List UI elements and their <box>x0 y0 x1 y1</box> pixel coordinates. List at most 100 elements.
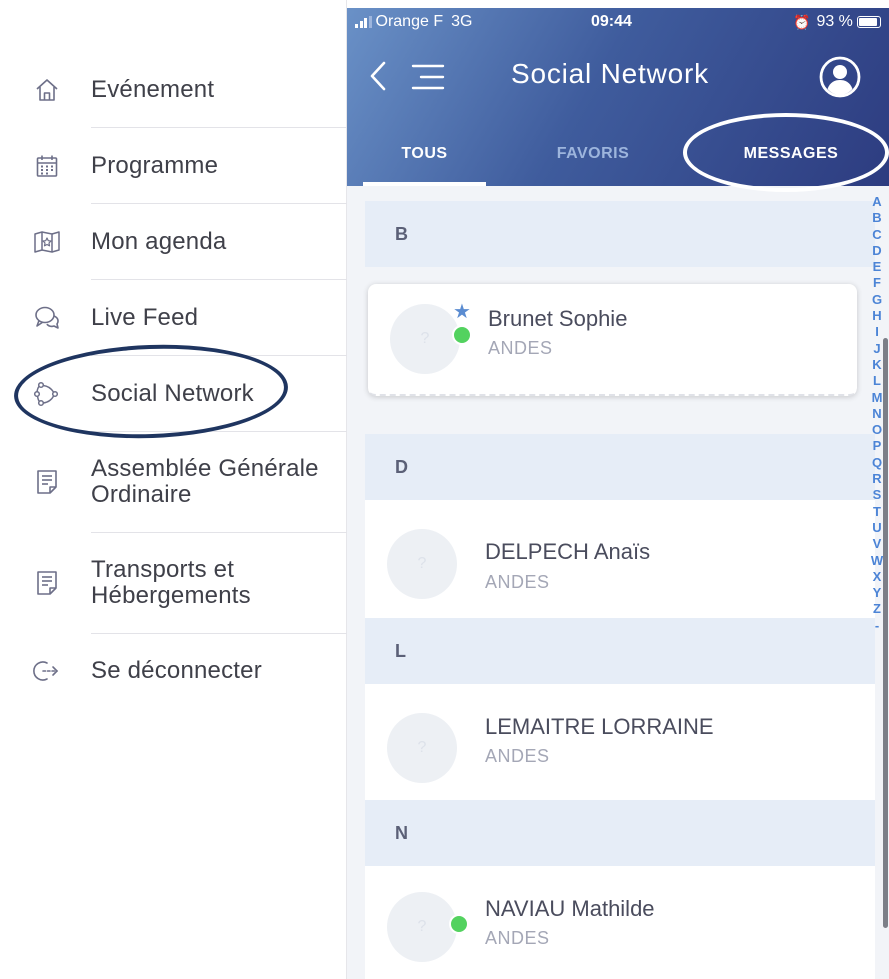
contact-row[interactable]: ? DELPECH Anaïs ANDES <box>365 500 875 618</box>
alphabet-index-letter[interactable]: L <box>873 373 881 389</box>
alphabet-index[interactable]: ABCDEFGHIJKLMNOPQRSTUVWXYZ- <box>866 194 888 634</box>
alarm-icon: ⏰ <box>793 13 811 30</box>
avatar: ? <box>387 713 457 783</box>
contact-name: Brunet Sophie <box>488 306 628 331</box>
alphabet-index-letter[interactable]: N <box>872 406 881 422</box>
contact-name: DELPECH Anaïs <box>485 539 651 564</box>
avatar: ? <box>387 892 457 962</box>
contact-company: ANDES <box>485 928 550 948</box>
menu-divider <box>91 532 347 533</box>
section-header: N <box>365 800 875 866</box>
menu-label: Assemblée Générale Ordinaire <box>91 455 319 508</box>
alphabet-index-letter[interactable]: E <box>873 259 882 275</box>
section-header: L <box>365 618 875 684</box>
status-bar-right: ⏰ 93 % <box>793 8 881 36</box>
alphabet-index-letter[interactable]: T <box>873 504 881 520</box>
contact-row[interactable]: ? NAVIAU Mathilde ANDES <box>365 866 875 979</box>
chat-bubbles-icon <box>32 303 62 333</box>
alphabet-index-letter[interactable]: U <box>872 520 881 536</box>
side-menu: Evénement Programme Mon agenda Live Feed… <box>0 0 347 979</box>
menu-item-assemblee-generale[interactable]: Assemblée Générale Ordinaire <box>0 456 347 508</box>
menu-label: Mon agenda <box>91 228 227 255</box>
menu-lines-icon <box>411 64 445 90</box>
network-icon <box>32 379 62 409</box>
alphabet-index-letter[interactable]: S <box>873 487 882 503</box>
battery-icon <box>856 16 881 28</box>
menu-item-mon-agenda[interactable]: Mon agenda <box>0 224 347 260</box>
menu-item-live-feed[interactable]: Live Feed <box>0 300 347 336</box>
contact-company: ANDES <box>485 572 550 592</box>
logout-icon <box>32 656 62 686</box>
menu-label: Transports et Hébergements <box>91 556 251 609</box>
menu-divider <box>91 355 347 356</box>
alphabet-index-letter[interactable]: A <box>872 194 881 210</box>
contact-row[interactable]: ? ★ Brunet Sophie ANDES <box>368 284 857 396</box>
contact-company: ANDES <box>485 746 550 766</box>
signal-icon <box>355 16 372 28</box>
alphabet-index-letter[interactable]: H <box>872 308 881 324</box>
menu-item-programme[interactable]: Programme <box>0 148 347 184</box>
menu-divider <box>91 431 347 432</box>
menu-item-se-deconnecter[interactable]: Se déconnecter <box>0 653 347 689</box>
favorite-star-icon: ★ <box>453 301 471 323</box>
menu-button[interactable] <box>411 62 447 92</box>
back-button[interactable] <box>369 60 391 96</box>
contact-row[interactable]: ? LEMAITRE LORRAINE ANDES <box>365 684 875 800</box>
contact-list: B ? ★ Brunet Sophie ANDES D ? DELPECH An… <box>347 186 889 979</box>
alphabet-index-letter[interactable]: M <box>872 390 883 406</box>
battery-percent: 93 % <box>816 13 853 30</box>
menu-label: Evénement <box>91 76 215 103</box>
menu-divider <box>91 203 347 204</box>
contact-name: NAVIAU Mathilde <box>485 896 655 921</box>
alphabet-index-letter[interactable]: R <box>872 471 881 487</box>
document-icon <box>32 467 62 497</box>
menu-item-transports-hebergements[interactable]: Transports et Hébergements <box>0 557 347 609</box>
menu-divider <box>91 279 347 280</box>
alphabet-index-letter[interactable]: O <box>872 422 882 438</box>
avatar: ? <box>390 304 460 374</box>
status-time: 09:44 <box>591 13 632 30</box>
avatar: ? <box>387 529 457 599</box>
agenda-icon <box>32 227 62 257</box>
profile-button[interactable] <box>819 56 861 98</box>
status-bar-left: Orange F 3G <box>355 8 472 36</box>
document-icon <box>32 568 62 598</box>
chevron-left-icon <box>370 61 386 91</box>
alphabet-index-letter[interactable]: - <box>875 618 879 634</box>
contact-company: ANDES <box>488 338 553 358</box>
phone-screen: Orange F 3G 09:44 ⏰ 93 % Social Network <box>347 8 889 979</box>
page-title: Social Network <box>511 58 709 89</box>
alphabet-index-letter[interactable]: Q <box>872 455 882 471</box>
alphabet-index-letter[interactable]: I <box>875 324 879 340</box>
alphabet-index-letter[interactable]: D <box>872 243 881 259</box>
alphabet-index-letter[interactable]: Y <box>873 585 882 601</box>
tab-messages[interactable]: MESSAGES <box>703 140 879 168</box>
menu-label: Live Feed <box>91 304 199 331</box>
tab-favoris[interactable]: FAVORIS <box>528 140 658 168</box>
menu-label: Social Network <box>91 380 254 407</box>
alphabet-index-letter[interactable]: B <box>872 210 881 226</box>
alphabet-index-letter[interactable]: V <box>873 536 882 552</box>
alphabet-index-letter[interactable]: K <box>872 357 881 373</box>
calendar-icon <box>32 151 62 181</box>
contact-name: LEMAITRE LORRAINE <box>485 714 714 739</box>
section-header: B <box>365 201 875 267</box>
section-header: D <box>365 434 875 500</box>
online-status-dot <box>449 914 469 934</box>
menu-item-social-network[interactable]: Social Network <box>0 376 347 412</box>
alphabet-index-letter[interactable]: C <box>872 227 881 243</box>
alphabet-index-letter[interactable]: X <box>873 569 882 585</box>
alphabet-index-letter[interactable]: Z <box>873 601 881 617</box>
alphabet-index-letter[interactable]: G <box>872 292 882 308</box>
carrier-name: Orange F <box>375 13 444 30</box>
alphabet-index-letter[interactable]: P <box>873 438 882 454</box>
tab-tous[interactable]: TOUS <box>363 140 486 168</box>
menu-divider <box>91 127 347 128</box>
alphabet-index-letter[interactable]: W <box>871 553 883 569</box>
alphabet-index-letter[interactable]: F <box>873 275 881 291</box>
menu-item-evenement[interactable]: Evénement <box>0 72 347 108</box>
menu-label: Programme <box>91 152 219 179</box>
menu-label: Se déconnecter <box>91 657 262 684</box>
app-header: Orange F 3G 09:44 ⏰ 93 % Social Network <box>347 8 889 186</box>
alphabet-index-letter[interactable]: J <box>873 341 880 357</box>
